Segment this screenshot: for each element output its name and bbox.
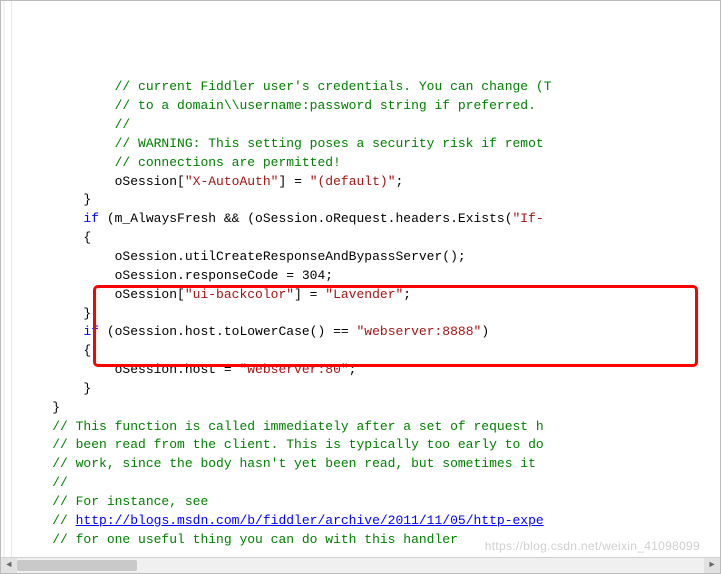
string-token: "(default)" xyxy=(310,174,396,189)
link-token: http://blogs.msdn.com/b/fiddler/archive/… xyxy=(76,513,544,528)
text-token: } xyxy=(83,306,91,321)
fold-guide xyxy=(11,1,12,561)
comment-token: // to a domain\\username:password string… xyxy=(115,98,536,113)
text-token: ] = xyxy=(278,174,309,189)
code-line: // http://blogs.msdn.com/b/fiddler/archi… xyxy=(7,512,720,531)
code-body: // current Fiddler user's credentials. Y… xyxy=(7,78,720,549)
code-line: oSession.utilCreateResponseAndBypassServ… xyxy=(7,248,720,267)
code-line: // to a domain\\username:password string… xyxy=(7,97,720,116)
comment-token: // For instance, see xyxy=(52,494,208,509)
text-token: oSession[ xyxy=(115,174,185,189)
comment-token: // for one useful thing you can do with … xyxy=(52,532,458,547)
string-token: "X-AutoAuth" xyxy=(185,174,279,189)
comment-token: // xyxy=(52,475,68,490)
code-line: // connections are permitted! xyxy=(7,154,720,173)
code-line: // xyxy=(7,474,720,493)
code-line: // current Fiddler user's credentials. Y… xyxy=(7,78,720,97)
text-token: oSession.utilCreateResponseAndBypassServ… xyxy=(115,249,466,264)
code-line: if (oSession.host.toLowerCase() == "webs… xyxy=(7,323,720,342)
string-token: "If- xyxy=(513,211,544,226)
text-token: oSession.responseCode = 304; xyxy=(115,268,333,283)
string-token: "ui-backcolor" xyxy=(185,287,294,302)
scroll-thumb[interactable] xyxy=(17,560,137,571)
string-token: "webserver:8888" xyxy=(356,324,481,339)
comment-token: // current Fiddler user's credentials. Y… xyxy=(115,79,552,94)
text-token: ; xyxy=(403,287,411,302)
text-token: { xyxy=(83,343,91,358)
text-token: } xyxy=(83,381,91,396)
scroll-left-arrow[interactable]: ◄ xyxy=(1,558,17,573)
text-token: ] = xyxy=(294,287,325,302)
comment-token: // xyxy=(115,117,131,132)
code-line: // WARNING: This setting poses a securit… xyxy=(7,135,720,154)
code-line: { xyxy=(7,342,720,361)
text-token: (m_AlwaysFresh && (oSession.oRequest.hea… xyxy=(99,211,512,226)
code-editor-panel[interactable]: // current Fiddler user's credentials. Y… xyxy=(1,1,720,573)
code-line: } xyxy=(7,399,720,418)
text-token: ; xyxy=(349,362,357,377)
keyword-token: if xyxy=(83,211,99,226)
text-token: } xyxy=(83,192,91,207)
code-line: // This function is called immediately a… xyxy=(7,418,720,437)
code-line: oSession.responseCode = 304; xyxy=(7,267,720,286)
code-line: { xyxy=(7,229,720,248)
scroll-track[interactable] xyxy=(17,558,704,573)
text-token: (oSession.host.toLowerCase() == xyxy=(99,324,356,339)
comment-token: // connections are permitted! xyxy=(115,155,341,170)
code-line: // xyxy=(7,116,720,135)
code-line: // been read from the client. This is ty… xyxy=(7,436,720,455)
comment-token: // work, since the body hasn't yet been … xyxy=(52,456,543,471)
comment-token: // This function is called immediately a… xyxy=(52,419,543,434)
text-token: ; xyxy=(396,174,404,189)
margin-bar xyxy=(3,1,5,561)
text-token: { xyxy=(83,230,91,245)
code-line: if (m_AlwaysFresh && (oSession.oRequest.… xyxy=(7,210,720,229)
text-token: oSession[ xyxy=(115,287,185,302)
code-line: // for one useful thing you can do with … xyxy=(7,531,720,550)
code-line: } xyxy=(7,191,720,210)
horizontal-scrollbar[interactable]: ◄ ► xyxy=(1,557,720,573)
comment-token: // been read from the client. This is ty… xyxy=(52,437,551,452)
comment-token: // xyxy=(52,513,75,528)
comment-token: // WARNING: This setting poses a securit… xyxy=(115,136,544,151)
scroll-right-arrow[interactable]: ► xyxy=(704,558,720,573)
code-line: oSession["X-AutoAuth"] = "(default)"; xyxy=(7,173,720,192)
text-token: } xyxy=(52,400,60,415)
code-line: // work, since the body hasn't yet been … xyxy=(7,455,720,474)
keyword-token: if xyxy=(83,324,99,339)
code-line: oSession["ui-backcolor"] = "Lavender"; xyxy=(7,286,720,305)
string-token: "Lavender" xyxy=(325,287,403,302)
code-line: } xyxy=(7,305,720,324)
text-token: ) xyxy=(481,324,489,339)
code-line: } xyxy=(7,380,720,399)
string-token: "webserver:80" xyxy=(239,362,348,377)
text-token: oSession.host = xyxy=(115,362,240,377)
code-line: oSession.host = "webserver:80"; xyxy=(7,361,720,380)
code-line: // For instance, see xyxy=(7,493,720,512)
